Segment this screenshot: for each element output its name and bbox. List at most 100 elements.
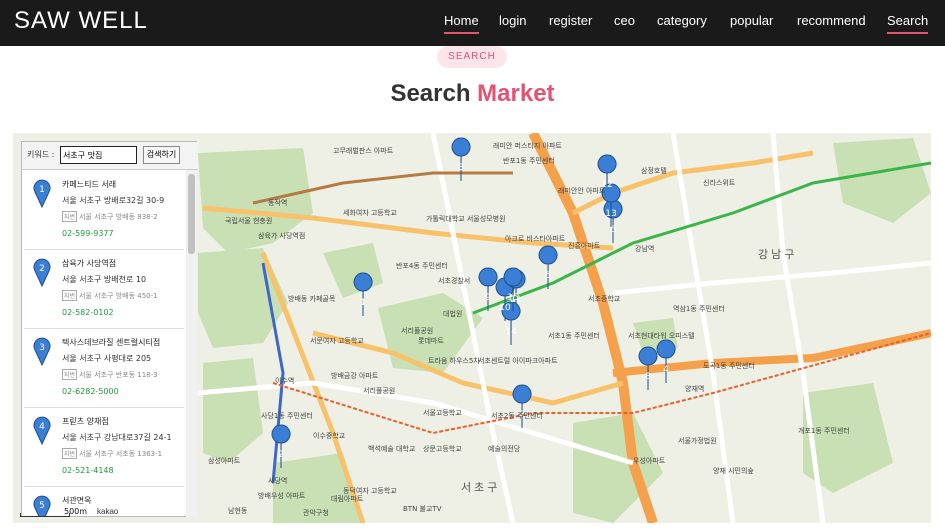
place-jibun-address: 지번 서울 서초구 반포동 118-3 xyxy=(62,369,158,380)
map-label: 진흥아파트 xyxy=(568,241,601,250)
place-phone: 02-582-0102 xyxy=(62,308,114,317)
scale-label: 500m xyxy=(64,507,88,516)
map-label: 반포4동 주민센터 xyxy=(396,261,448,270)
place-item[interactable]: 3 텍사스데브라질 센트럴시티점 서울 서초구 사평대로 205 지번 서울 서초… xyxy=(24,330,184,408)
map-marker-label-8: 8 xyxy=(645,372,651,382)
marker-pin-icon: 1 xyxy=(33,179,51,208)
marker-pin-icon: 2 xyxy=(33,258,51,287)
map-district-seocho: 서초구 xyxy=(461,481,500,494)
map-label: 래미안 퍼스티지 아파트 xyxy=(493,141,562,150)
map-label: 고무래벌판스 아파트 xyxy=(333,146,394,155)
map-marker-label-13: 13 xyxy=(605,209,616,219)
map-label: 양재역 xyxy=(685,384,704,393)
map-label: 양재 시민의숲 xyxy=(713,466,754,475)
search-form: 키워드 : 검색하기 xyxy=(22,142,198,170)
list-scrollbar-thumb[interactable] xyxy=(188,174,195,254)
map-label: 반포1동 주민센터 xyxy=(503,156,555,165)
marker-pin-icon: 3 xyxy=(33,337,51,366)
map-label: 래미안안 아파트 xyxy=(558,186,606,195)
map-label: 서초2동 주민센터 xyxy=(491,411,543,420)
place-name[interactable]: 프릳츠 양재점 xyxy=(62,416,109,427)
map-label: 신라스위트 xyxy=(703,178,736,187)
nav-recommend[interactable]: recommend xyxy=(797,13,866,28)
map-label: 역삼1동 주민센터 xyxy=(673,304,725,313)
kakao-logo: kakao xyxy=(97,507,119,516)
place-phone: 02-599-9377 xyxy=(62,229,114,238)
place-item[interactable]: 4 프릳츠 양재점 서울 서초구 강남대로37길 24-1 지번 서울 서초구 서… xyxy=(24,409,184,487)
map-label: 삼육가 사당역점 xyxy=(258,231,305,240)
place-name[interactable]: 텍사스데브라질 센트럴시티점 xyxy=(62,337,160,348)
map-scale: 500m kakao xyxy=(17,503,118,521)
map-marker-label-2: 2 xyxy=(278,450,284,460)
map-marker-label-3: 3 xyxy=(458,163,464,173)
nav-category[interactable]: category xyxy=(657,13,707,28)
map-marker-3 xyxy=(451,137,471,182)
place-road-address: 서울 서초구 강남대로37길 24-1 xyxy=(62,433,172,442)
map-label: 방배동 카페골목 xyxy=(288,294,336,303)
map-label: 우성아파트 xyxy=(633,456,666,465)
nav-login[interactable]: login xyxy=(499,13,526,28)
map-marker-label-5: 5 xyxy=(545,271,551,281)
map-label: 서초센트럴 아이파크아파트 xyxy=(478,356,558,365)
map-label: 세화여자 고등학교 xyxy=(343,208,397,217)
map-label: 상문고등학교 xyxy=(423,444,462,453)
map-label: 트라움 하우스5차 xyxy=(428,356,480,365)
map-label: 대법원 xyxy=(443,309,462,318)
place-item[interactable]: 1 카페느티드 서래 서울 서초구 방배로32길 30-9 지번 서울 서초구 방… xyxy=(24,172,184,250)
place-jibun-address: 지번 서울 서초구 서초동 1363-1 xyxy=(62,448,163,459)
map-marker-label-9: 9 xyxy=(485,293,491,303)
nav-register[interactable]: register xyxy=(549,13,592,28)
map-marker-label-6: 6 xyxy=(610,225,616,235)
svg-text:4: 4 xyxy=(39,422,45,432)
map-marker-label-14: 14 xyxy=(505,327,517,337)
section-pill: SEARCH xyxy=(437,46,507,68)
jibun-tag: 지번 xyxy=(62,369,78,380)
search-button[interactable]: 검색하기 xyxy=(143,146,180,164)
map-label: 동작역 xyxy=(268,198,287,207)
map-label: 서울가정법원 xyxy=(678,436,717,445)
map-marker-label-4: 4 xyxy=(663,365,669,375)
place-jibun-address: 지번 서울 서초구 방배동 450-1 xyxy=(62,290,158,301)
nav-popular[interactable]: popular xyxy=(730,13,773,28)
map-label: 서초경찰서 xyxy=(438,276,470,285)
map-label: 개포1동 주민센터 xyxy=(798,426,850,435)
map-label: 강남역 xyxy=(635,244,654,253)
map-label: 가톨릭대학교 서울성모병원 xyxy=(426,214,506,223)
place-road-address: 서울 서초구 사평대로 205 xyxy=(62,354,152,363)
map-label: 방배금강 아파트 xyxy=(331,371,379,380)
place-phone: 02-521-4148 xyxy=(62,466,114,475)
map-label: 서초1동 주민센터 xyxy=(548,331,600,340)
svg-text:3: 3 xyxy=(39,343,45,353)
map-label: 서문여자 고등학교 xyxy=(310,336,364,345)
search-panel: 키워드 : 검색하기 1 카페느티드 서래 서울 서초구 방배로32길 30-9… xyxy=(21,141,198,517)
map-label: 관악구청 xyxy=(303,508,329,517)
map-marker-7 xyxy=(512,384,532,429)
map-label: 국립서울 현충원 xyxy=(225,216,272,225)
place-name[interactable]: 삼육가 사당역점 xyxy=(62,258,116,269)
marker-pin-icon: 4 xyxy=(33,416,51,445)
top-navbar: SAW WELL Home login register ceo categor… xyxy=(0,0,945,46)
map-label: 남현동 xyxy=(228,506,248,515)
map-container[interactable]: 1 2 3 4 5 6 7 8 9 10 11 12 13 14 15 고무래벌… xyxy=(13,133,931,523)
jibun-tag: 지번 xyxy=(62,290,78,301)
map-label: 서리풀공원 xyxy=(401,326,433,335)
jibun-tag: 지번 xyxy=(62,448,78,459)
map-label: 예술의전당 xyxy=(488,444,521,453)
keyword-input[interactable] xyxy=(60,146,137,164)
nav-ceo[interactable]: ceo xyxy=(614,13,635,28)
map-label: 아크로 비스타아파트 xyxy=(505,234,566,243)
map-label: 이수중학교 xyxy=(313,431,346,440)
map-label: 동덕여자 고등학교 xyxy=(343,486,397,495)
nav-search[interactable]: Search xyxy=(887,13,929,34)
place-phone: 02-6282-5000 xyxy=(62,387,119,396)
nav-home[interactable]: Home xyxy=(444,13,479,34)
page-title-part1: Search xyxy=(390,80,471,107)
place-road-address: 서울 서초구 방배로32길 30-9 xyxy=(62,196,165,205)
map-district-gangnam: 강남구 xyxy=(758,248,797,261)
map-label: 백석예술 대학교 xyxy=(368,444,416,453)
place-name[interactable]: 카페느티드 서래 xyxy=(62,179,116,190)
map-label: 삼정호텔 xyxy=(641,166,667,175)
map-label: 도곡1동 주민센터 xyxy=(703,361,755,370)
map-label: 서초현대타워 오피스텔 xyxy=(628,331,695,340)
place-item[interactable]: 2 삼육가 사당역점 서울 서초구 방배천로 10 지번 서울 서초구 방배동 4… xyxy=(24,251,184,329)
